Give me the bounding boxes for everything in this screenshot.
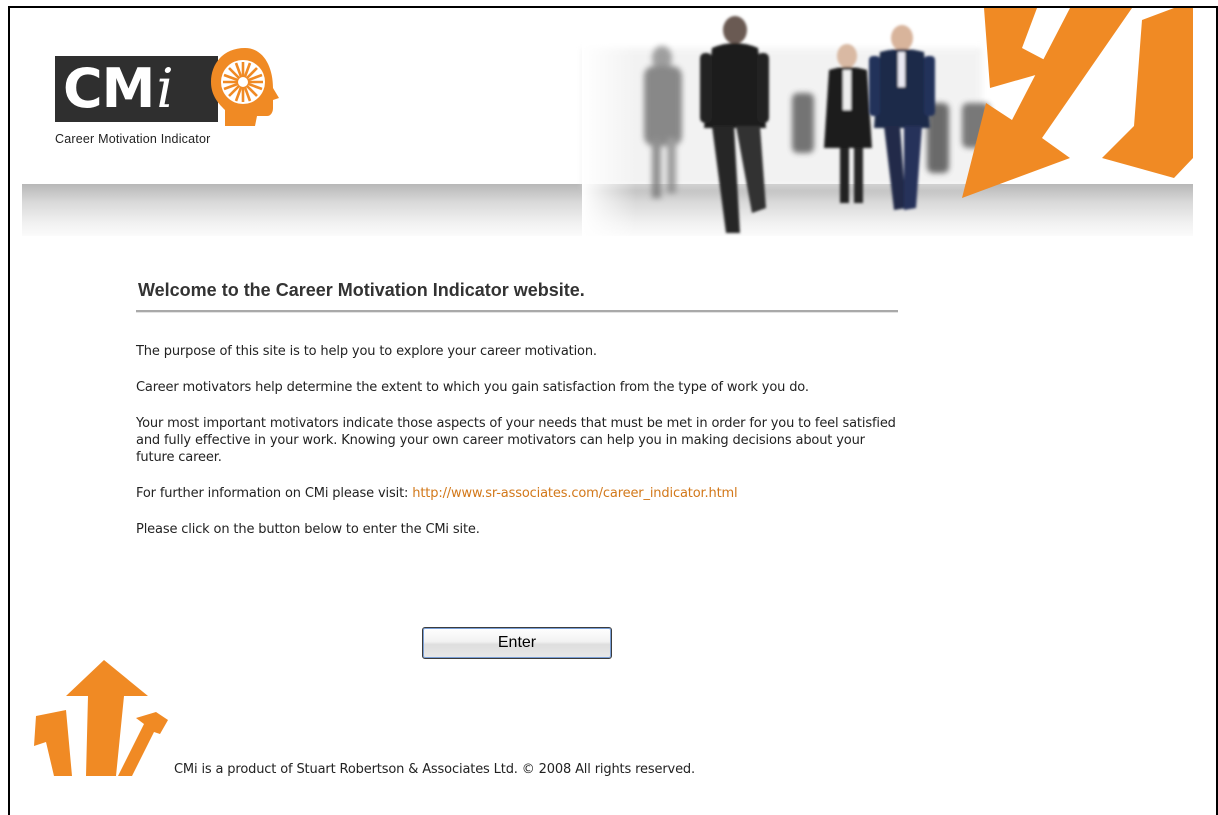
title-divider bbox=[136, 310, 898, 313]
motivators-paragraph: Career motivators help determine the ext… bbox=[136, 380, 809, 395]
main-content: Welcome to the Career Motivation Indicat… bbox=[136, 278, 906, 557]
click-instruction: Please click on the button below to ente… bbox=[136, 522, 480, 537]
cmi-logo: CMi Career Motivation Indicator bbox=[55, 38, 285, 158]
enter-button-wrap: Enter bbox=[422, 627, 612, 659]
logo-tagline: Career Motivation Indicator bbox=[55, 132, 211, 146]
orange-arrows-icon bbox=[962, 8, 1193, 198]
head-starburst-icon bbox=[211, 48, 279, 126]
further-info-label: For further information on CMi please vi… bbox=[136, 486, 409, 501]
important-motivators-paragraph: Your most important motivators indicate … bbox=[136, 416, 896, 465]
logo-wordmark: CMi bbox=[63, 57, 174, 120]
page-frame: CMi Career Motivation Indicator Welcome … bbox=[8, 6, 1218, 815]
header-banner: CMi Career Motivation Indicator bbox=[22, 8, 1193, 236]
further-info-paragraph: For further information on CMi please vi… bbox=[136, 485, 898, 502]
career-indicator-link[interactable]: http://www.sr-associates.com/career_indi… bbox=[412, 486, 737, 501]
page-title: Welcome to the Career Motivation Indicat… bbox=[138, 280, 585, 300]
copyright-notice: CMi is a product of Stuart Robertson & A… bbox=[174, 762, 696, 777]
footer-arrows-icon bbox=[34, 660, 168, 776]
enter-button[interactable]: Enter bbox=[422, 627, 612, 659]
intro-paragraph: The purpose of this site is to help you … bbox=[136, 344, 597, 359]
